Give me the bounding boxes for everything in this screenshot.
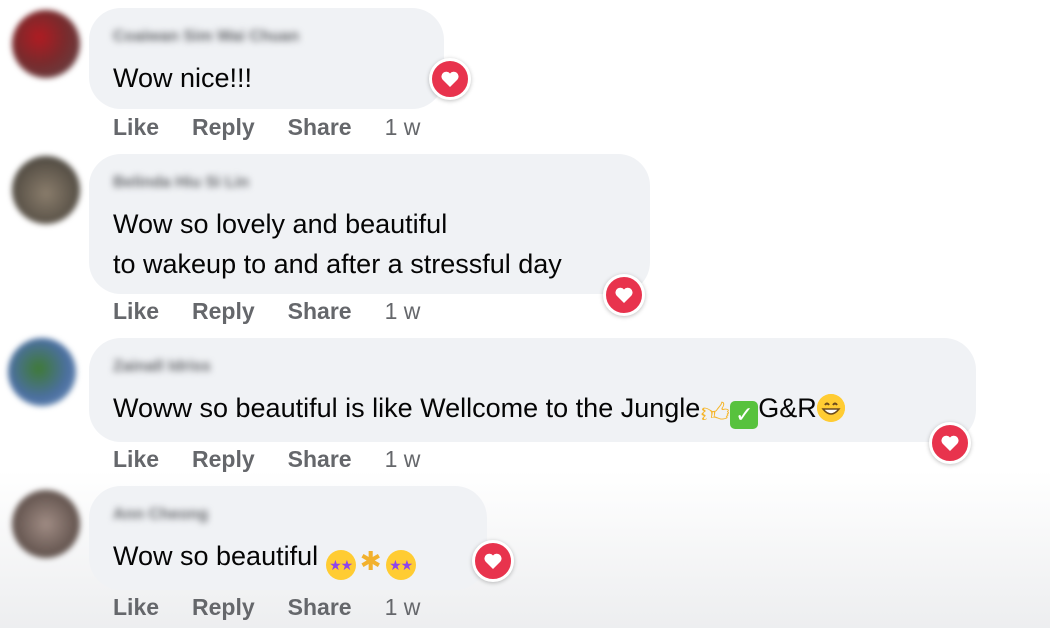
like-button[interactable]: Like (113, 594, 159, 621)
comment-actions: Like Reply Share 1 w (113, 114, 420, 141)
comment-timestamp[interactable]: 1 w (385, 594, 421, 621)
share-button[interactable]: Share (288, 446, 352, 473)
comment-bubble: Ann Cheong Wow so beautiful ★★ ✱ ★★ (89, 486, 487, 590)
comment-bubble: Belinda Hiu Si Lin Wow so lovely and bea… (89, 154, 650, 294)
comment-text: Wow nice!!! (113, 63, 253, 93)
star-struck-emoji-icon: ★★ (385, 550, 416, 580)
comment-text-container: Wow so beautiful ★★ ✱ ★★ (113, 536, 463, 580)
heart-reaction-icon[interactable] (429, 58, 471, 100)
clapping-hands-emoji-icon: ✱ (359, 546, 382, 576)
avatar[interactable] (8, 338, 76, 406)
comment-author[interactable]: Belinda Hiu Si Lin (113, 174, 626, 192)
reply-button[interactable]: Reply (192, 446, 255, 473)
comment-author[interactable]: Ann Cheong (113, 506, 463, 524)
comment-actions: Like Reply Share 1 w (113, 594, 420, 621)
grinning-face-emoji-icon (816, 394, 845, 422)
comment-timestamp[interactable]: 1 w (385, 446, 421, 473)
star-struck-emoji-icon: ★★ (325, 550, 356, 580)
comment-actions: Like Reply Share 1 w (113, 298, 420, 325)
comment-bubble: Coaiwan Sim Wai Chuan Wow nice!!! (89, 8, 444, 109)
comment-timestamp[interactable]: 1 w (385, 298, 421, 325)
like-button[interactable]: Like (113, 298, 159, 325)
comment-text: Wow so beautiful (113, 541, 319, 571)
avatar[interactable] (12, 490, 80, 558)
reply-button[interactable]: Reply (192, 114, 255, 141)
reply-button[interactable]: Reply (192, 298, 255, 325)
share-button[interactable]: Share (288, 594, 352, 621)
comment-text-after: G&R (758, 393, 817, 423)
comment-text-line-1: Wow so lovely and beautiful (113, 209, 448, 239)
comment-author[interactable]: Zainall Idriss (113, 358, 952, 376)
share-button[interactable]: Share (288, 298, 352, 325)
comment-text-line-2: to wakeup to and after a stressful day (113, 249, 562, 279)
comment-timestamp[interactable]: 1 w (385, 114, 421, 141)
heart-reaction-icon[interactable] (603, 274, 645, 316)
thumbs-up-emoji-icon: 👍︎ (700, 397, 730, 428)
reply-button[interactable]: Reply (192, 594, 255, 621)
share-button[interactable]: Share (288, 114, 352, 141)
comment-bubble: Zainall Idriss Woww so beautiful is like… (89, 338, 976, 442)
comment-text: Woww so beautiful is like Wellcome to th… (113, 393, 701, 423)
heart-reaction-icon[interactable] (929, 422, 971, 464)
comment-actions: Like Reply Share 1 w (113, 446, 420, 473)
avatar[interactable] (12, 10, 80, 78)
like-button[interactable]: Like (113, 114, 159, 141)
comment-author[interactable]: Coaiwan Sim Wai Chuan (113, 28, 420, 46)
heart-reaction-icon[interactable] (472, 540, 514, 582)
check-mark-emoji-icon: ✓ (730, 401, 759, 429)
comment-text-container: Woww so beautiful is like Wellcome to th… (113, 388, 952, 429)
avatar[interactable] (12, 156, 80, 224)
like-button[interactable]: Like (113, 446, 159, 473)
